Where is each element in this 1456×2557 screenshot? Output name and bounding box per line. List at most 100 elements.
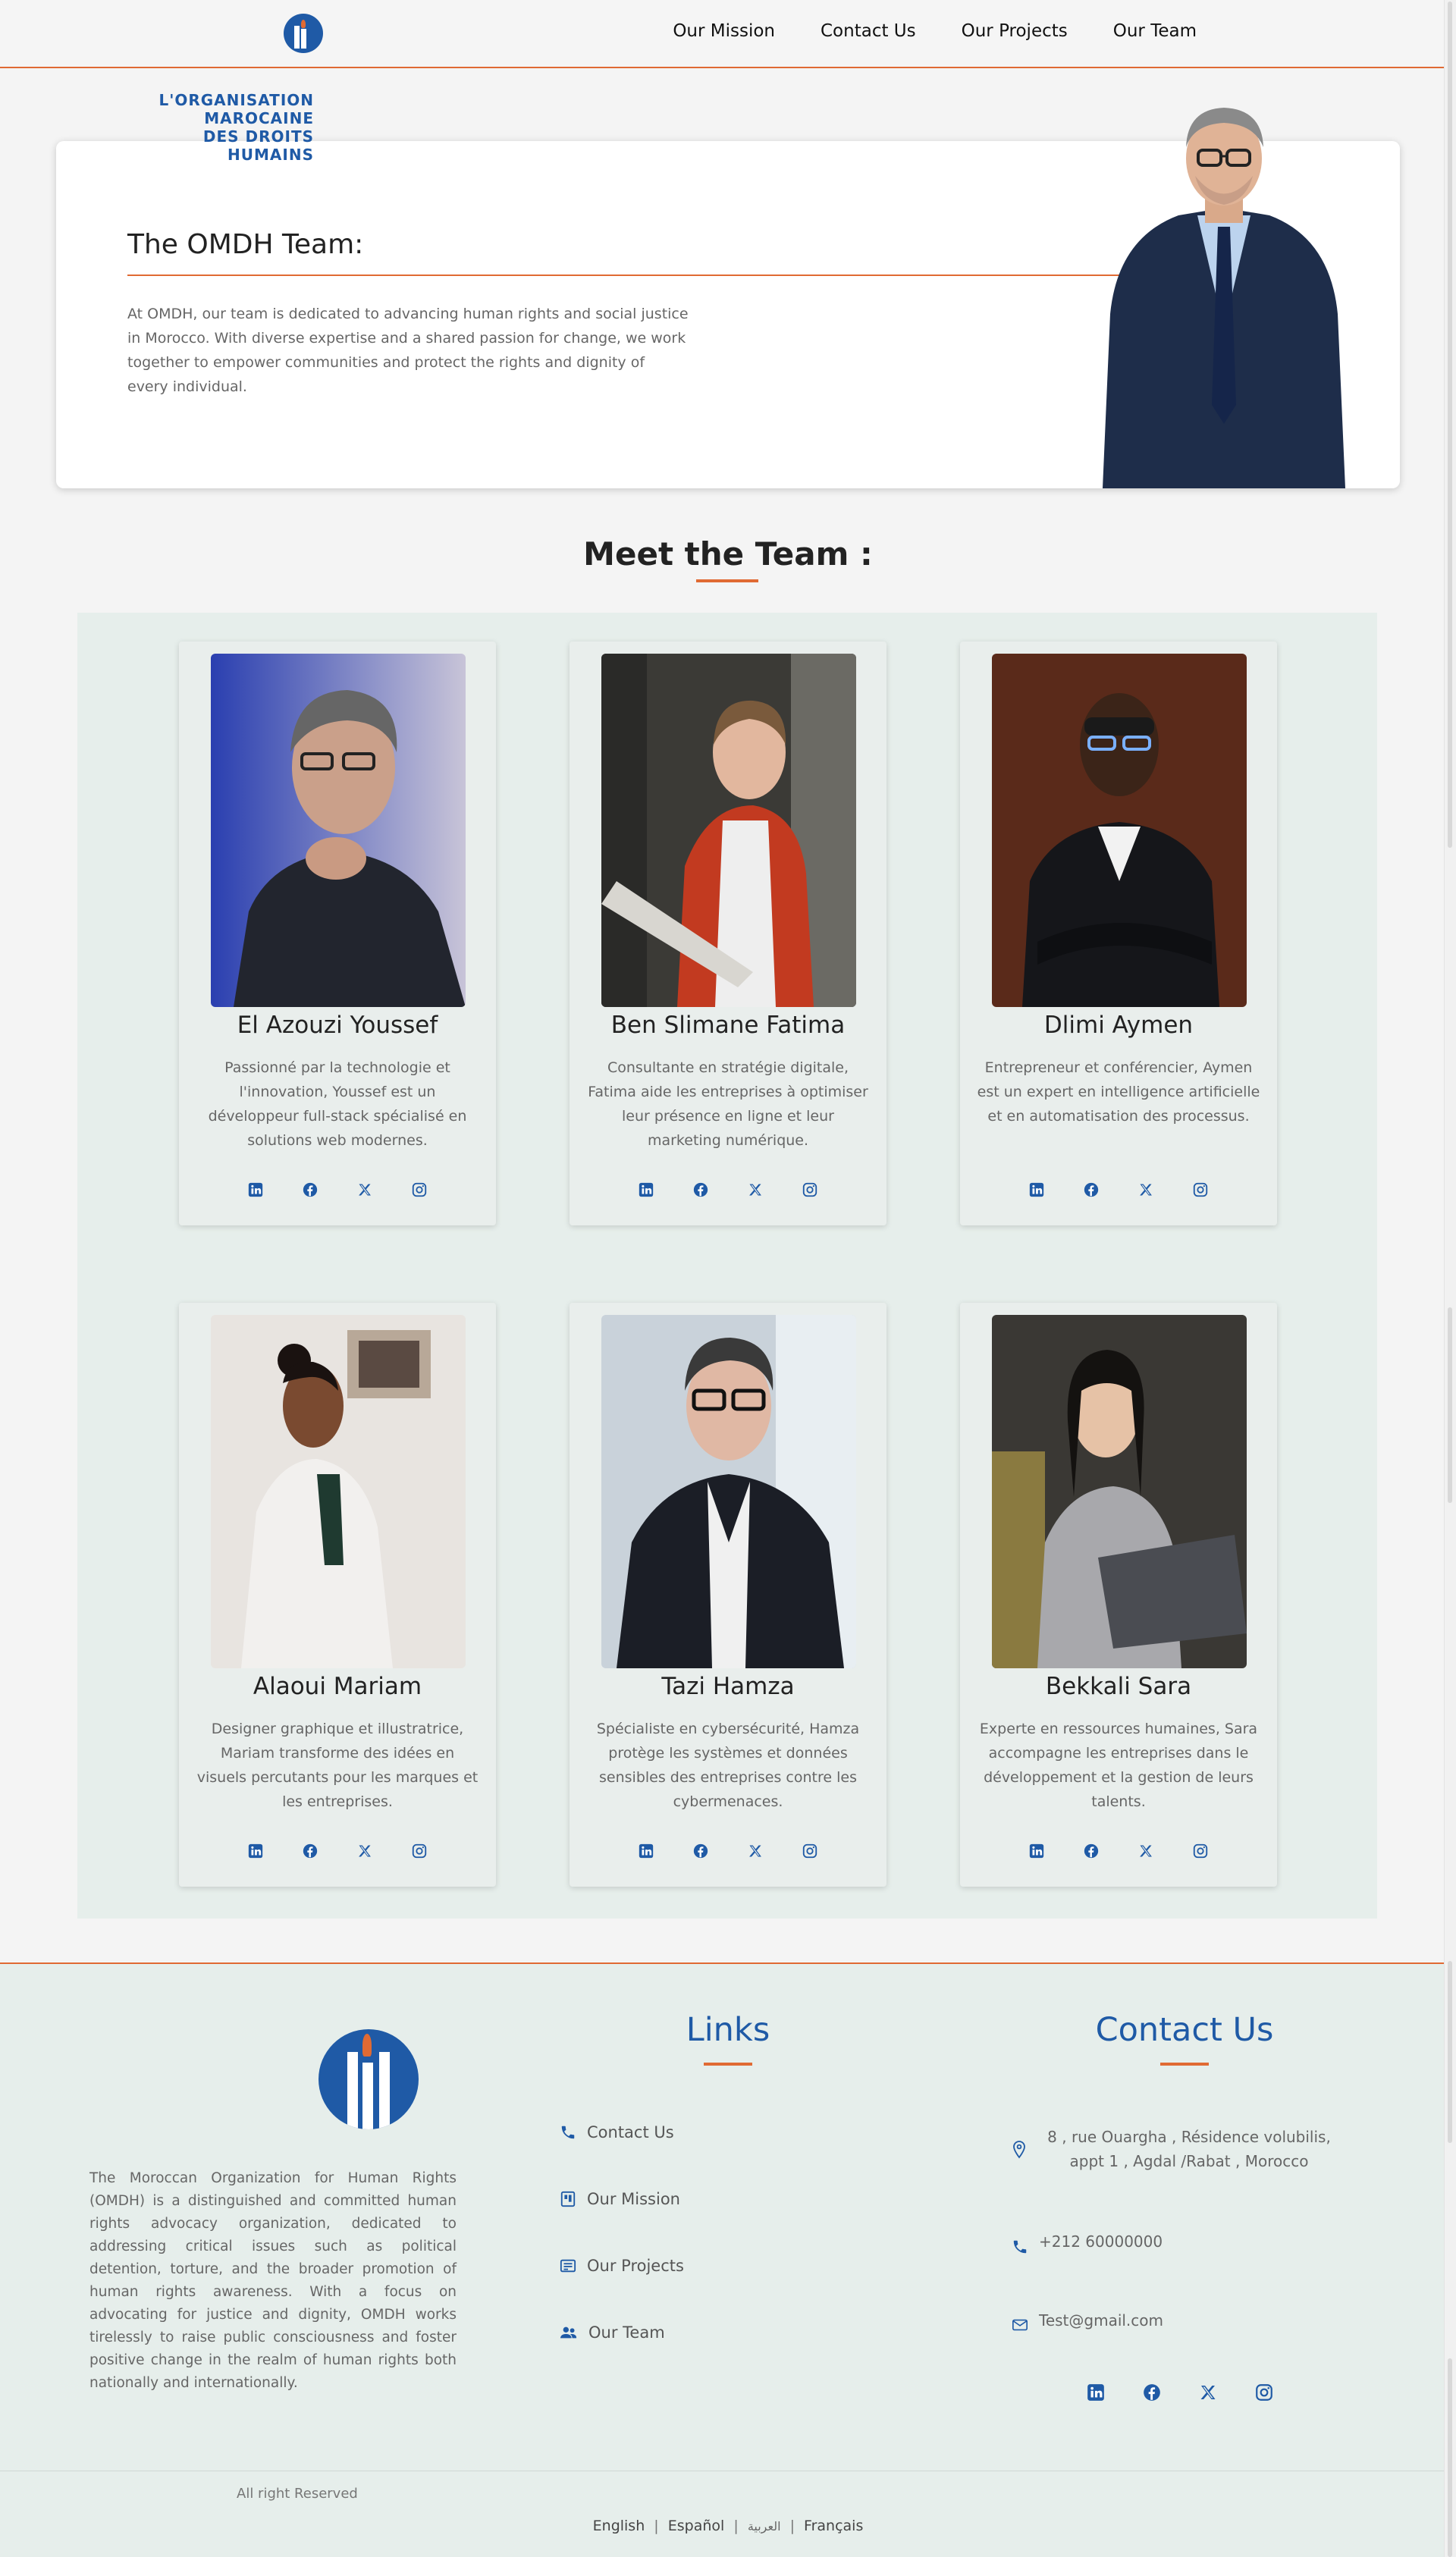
- nav-our-team[interactable]: Our Team: [1113, 21, 1197, 41]
- linkedin-icon[interactable]: [636, 1180, 656, 1200]
- x-icon[interactable]: [355, 1180, 375, 1200]
- footer-email-text[interactable]: Test@gmail.com: [1039, 2308, 1163, 2333]
- facebook-icon[interactable]: [300, 1180, 320, 1200]
- lang-separator: |: [654, 2518, 659, 2534]
- instagram-icon[interactable]: [800, 1841, 820, 1861]
- member-name: El Azouzi Youssef: [237, 1012, 438, 1039]
- footer-about-text: The Moroccan Organization for Human Righ…: [89, 2170, 457, 2391]
- instagram-icon[interactable]: [800, 1180, 820, 1200]
- lang-arabic[interactable]: العربية: [748, 2519, 781, 2533]
- member-photo: [211, 1315, 466, 1668]
- scrollbar[interactable]: [1444, 0, 1456, 2557]
- mission-icon: [560, 2191, 576, 2207]
- lang-separator: |: [733, 2518, 739, 2534]
- hero-text: At OMDH, our team is dedicated to advanc…: [127, 306, 689, 395]
- member-socials: [179, 1841, 496, 1861]
- footer-link-contact-us[interactable]: Contact Us: [560, 2123, 674, 2141]
- facebook-icon[interactable]: [1142, 2383, 1162, 2402]
- footer-logo-text: L'ORGANISATION MAROCAINE DES DROITS HUMA…: [114, 91, 314, 164]
- omdh-logo-icon[interactable]: [284, 14, 323, 53]
- meet-team-title: Meet the Team :: [583, 535, 873, 573]
- footer-phone-text: +212 60000000: [1039, 2232, 1163, 2251]
- phone-icon: [561, 2126, 575, 2139]
- nav-our-projects[interactable]: Our Projects: [962, 21, 1068, 41]
- footer-logo-line: MAROCAINE: [204, 109, 314, 127]
- mail-icon: [1012, 2319, 1028, 2331]
- x-icon[interactable]: [355, 1841, 375, 1861]
- footer-socials: [1086, 2383, 1274, 2402]
- member-socials: [570, 1841, 886, 1861]
- instagram-icon[interactable]: [1191, 1180, 1210, 1200]
- footer-links-divider: [704, 2063, 752, 2066]
- team-card: El Azouzi Youssef Passionné par la techn…: [179, 642, 496, 1225]
- lang-espanol[interactable]: Español: [668, 2518, 725, 2534]
- team-card: Alaoui Mariam Designer graphique et illu…: [179, 1303, 496, 1887]
- member-socials: [179, 1180, 496, 1200]
- team-card: Tazi Hamza Spécialiste en cybersécurité,…: [570, 1303, 886, 1887]
- scrollbar-thumb-alt: [1448, 1961, 1452, 2143]
- team-card: Bekkali Sara Experte en ressources humai…: [960, 1303, 1277, 1887]
- footer-link-our-mission[interactable]: Our Mission: [560, 2190, 680, 2208]
- member-photo: [992, 654, 1247, 1007]
- footer-phone: +212 60000000: [1012, 2229, 1163, 2255]
- linkedin-icon[interactable]: [636, 1841, 656, 1861]
- footer-link-label: Contact Us: [587, 2123, 674, 2141]
- x-icon[interactable]: [1136, 1180, 1156, 1200]
- member-name: Ben Slimane Fatima: [610, 1012, 846, 1039]
- footer-address-text: 8 , rue Ouargha , Résidence volubilis, a…: [1047, 2128, 1331, 2170]
- instagram-icon[interactable]: [1254, 2383, 1274, 2402]
- footer-logo-line: L'ORGANISATION: [158, 91, 314, 109]
- member-photo: [601, 1315, 856, 1668]
- linkedin-icon[interactable]: [1027, 1180, 1046, 1200]
- facebook-icon[interactable]: [1081, 1180, 1101, 1200]
- linkedin-icon[interactable]: [246, 1180, 265, 1200]
- member-socials: [960, 1180, 1277, 1200]
- x-icon[interactable]: [745, 1180, 765, 1200]
- member-name: Tazi Hamza: [661, 1673, 795, 1700]
- hero-divider: [127, 275, 1144, 276]
- x-icon[interactable]: [1136, 1841, 1156, 1861]
- team-card: Ben Slimane Fatima Consultante en straté…: [570, 642, 886, 1225]
- member-photo: [601, 654, 856, 1007]
- scrollbar-thumb[interactable]: [1448, 2, 1452, 848]
- footer-contact-divider: [1160, 2063, 1209, 2066]
- footer-link-label: Our Projects: [587, 2257, 684, 2275]
- facebook-icon[interactable]: [691, 1180, 711, 1200]
- member-description: Passionné par la technologie et l'innova…: [208, 1059, 467, 1149]
- meet-team-divider: [696, 579, 758, 582]
- x-icon[interactable]: [745, 1841, 765, 1861]
- footer-links-title: Links: [686, 2011, 770, 2049]
- team-icon: [560, 2326, 577, 2339]
- instagram-icon[interactable]: [1191, 1841, 1210, 1861]
- member-description: Designer graphique et illustratrice, Mar…: [196, 1721, 479, 1810]
- facebook-icon[interactable]: [1081, 1841, 1101, 1861]
- footer-logo-line: DES DROITS HUMAINS: [202, 127, 314, 164]
- footer-link-our-team[interactable]: Our Team: [560, 2323, 665, 2342]
- nav-our-mission[interactable]: Our Mission: [673, 21, 775, 41]
- footer-link-our-projects[interactable]: Our Projects: [560, 2257, 684, 2275]
- member-photo: [211, 654, 466, 1007]
- team-card: Dlimi Aymen Entrepreneur et conférencier…: [960, 642, 1277, 1225]
- location-icon: [1013, 2141, 1025, 2159]
- footer-link-label: Our Team: [588, 2323, 665, 2342]
- navbar: Our Mission Contact Us Our Projects Our …: [0, 0, 1444, 68]
- lang-english[interactable]: English: [593, 2518, 645, 2534]
- omdh-logo-icon: [318, 2029, 419, 2129]
- member-name: Alaoui Mariam: [253, 1673, 422, 1700]
- member-photo: [992, 1315, 1247, 1668]
- member-name: Bekkali Sara: [1045, 1673, 1192, 1700]
- facebook-icon[interactable]: [691, 1841, 711, 1861]
- nav-contact-us[interactable]: Contact Us: [821, 21, 916, 41]
- facebook-icon[interactable]: [300, 1841, 320, 1861]
- lang-francais[interactable]: Français: [804, 2518, 863, 2534]
- linkedin-icon[interactable]: [1086, 2383, 1106, 2402]
- member-description: Spécialiste en cybersécurité, Hamza prot…: [596, 1721, 860, 1810]
- instagram-icon[interactable]: [410, 1841, 429, 1861]
- member-socials: [960, 1841, 1277, 1861]
- instagram-icon[interactable]: [410, 1180, 429, 1200]
- projects-icon: [560, 2259, 576, 2273]
- linkedin-icon[interactable]: [246, 1841, 265, 1861]
- team-hero-card: The OMDH Team: At OMDH, our team is dedi…: [56, 108, 1400, 488]
- linkedin-icon[interactable]: [1027, 1841, 1046, 1861]
- x-icon[interactable]: [1198, 2383, 1218, 2402]
